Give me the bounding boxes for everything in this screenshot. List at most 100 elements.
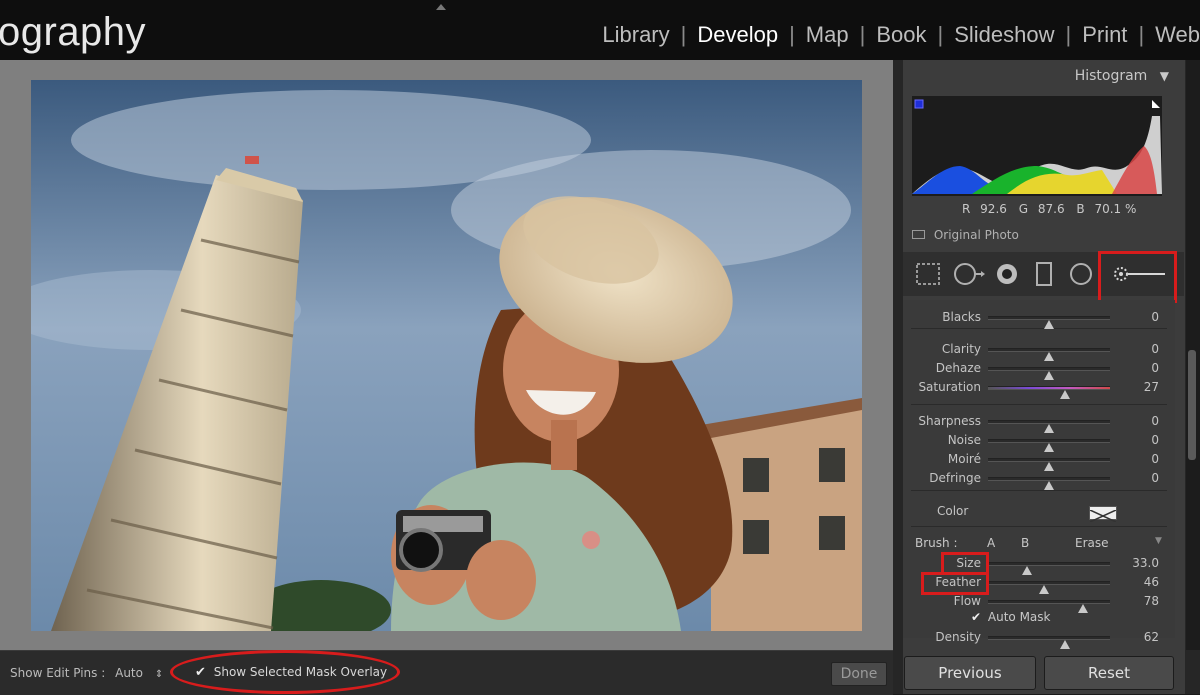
rgb-readout: R 92.6 G 87.6 B 70.1 % <box>962 202 1136 216</box>
slider-track[interactable] <box>988 439 1110 452</box>
slider-value[interactable]: 78 <box>1144 594 1159 608</box>
rectangle-icon <box>912 230 925 239</box>
checkmark-icon[interactable]: ✔ <box>971 610 981 624</box>
slider-track[interactable] <box>988 386 1110 399</box>
slider-track[interactable] <box>988 636 1110 649</box>
graduated-filter-icon[interactable] <box>1036 262 1052 286</box>
b-label: B <box>1076 202 1085 216</box>
identity-plate: ography <box>0 10 147 54</box>
slider-value[interactable]: 0 <box>1151 433 1159 447</box>
crop-overlay-icon[interactable] <box>916 263 940 285</box>
highlight-clipping-icon[interactable] <box>1152 100 1160 108</box>
color-swatch[interactable] <box>1089 506 1117 523</box>
slider-value[interactable]: 33.0 <box>1132 556 1159 570</box>
slider-track[interactable] <box>988 581 1110 594</box>
slider-track[interactable] <box>988 316 1110 329</box>
highlight-oval <box>170 650 400 694</box>
divider <box>911 328 1167 329</box>
module-web[interactable]: Web <box>1155 22 1200 48</box>
slider-track[interactable] <box>988 477 1110 490</box>
photo-canvas[interactable] <box>31 80 862 631</box>
shadow-clipping-icon[interactable] <box>914 99 924 109</box>
module-separator: | <box>859 22 866 47</box>
red-eye-icon[interactable] <box>997 264 1017 284</box>
slider-track[interactable] <box>988 367 1110 380</box>
slider-track[interactable] <box>988 420 1110 433</box>
radial-filter-icon[interactable] <box>1070 263 1092 285</box>
triangle-down-icon[interactable]: ▼ <box>1160 69 1169 83</box>
slider-label: Saturation <box>918 380 981 394</box>
brush-erase-tab[interactable]: Erase <box>1075 536 1109 550</box>
slider-thumb[interactable] <box>1078 604 1088 613</box>
slider-moire[interactable]: Moiré 0 <box>903 450 1175 471</box>
slider-dehaze[interactable]: Dehaze 0 <box>903 359 1175 380</box>
slider-label: Flow <box>953 594 981 608</box>
slider-value[interactable]: 0 <box>1151 310 1159 324</box>
histogram-graph[interactable] <box>912 96 1162 196</box>
module-separator: | <box>937 22 944 47</box>
slider-track[interactable] <box>988 600 1110 613</box>
histogram-curve <box>912 99 1162 194</box>
slider-label: Moiré <box>947 452 981 466</box>
module-bar: ography Library | Develop | Map | Book | Slidesh… <box>0 0 1200 60</box>
slider-label: Density <box>935 630 981 644</box>
slider-track[interactable] <box>988 458 1110 471</box>
module-library[interactable]: Library <box>602 22 669 48</box>
up-down-arrows-icon[interactable]: ⇕ <box>155 669 163 680</box>
slider-value[interactable]: 27 <box>1144 380 1159 394</box>
slider-thumb[interactable] <box>1059 390 1070 399</box>
triangle-down-icon[interactable]: ▼ <box>1155 536 1162 546</box>
slider-defringe[interactable]: Defringe 0 <box>903 469 1175 490</box>
brush-a-tab[interactable]: A <box>987 536 995 550</box>
slider-value[interactable]: 0 <box>1151 452 1159 466</box>
highlight-box <box>1098 251 1177 303</box>
original-photo-toggle[interactable]: Original Photo <box>912 228 1019 242</box>
slider-value[interactable]: 0 <box>1151 342 1159 356</box>
slider-thumb[interactable] <box>1044 481 1054 490</box>
slider-clarity[interactable]: Clarity 0 <box>903 340 1175 361</box>
slider-track[interactable] <box>988 348 1110 361</box>
slider-saturation[interactable]: Saturation 27 <box>903 378 1175 399</box>
slider-label: Blacks <box>942 310 981 324</box>
module-separator: | <box>1138 22 1145 47</box>
slider-blacks[interactable]: Blacks 0 <box>903 308 1175 329</box>
module-develop[interactable]: Develop <box>697 22 778 48</box>
slider-value[interactable]: 0 <box>1151 471 1159 485</box>
b-value: 70.1 % <box>1094 202 1137 216</box>
auto-mask-option[interactable]: ✔ Auto Mask <box>971 610 1050 624</box>
slider-label: Clarity <box>941 342 981 356</box>
color-row: Color <box>903 502 1175 523</box>
slider-thumb[interactable] <box>1060 640 1070 649</box>
brush-selector: Brush : A B Erase ▼ <box>903 534 1175 552</box>
slider-density[interactable]: Density 62 <box>903 628 1175 649</box>
brush-b-tab[interactable]: B <box>1021 536 1029 550</box>
g-value: 87.6 <box>1037 202 1065 216</box>
histogram-header[interactable]: Histogram ▼ <box>1075 68 1169 84</box>
show-edit-pins-label: Show Edit Pins : <box>10 666 106 680</box>
module-print[interactable]: Print <box>1082 22 1127 48</box>
show-edit-pins-value[interactable]: Auto <box>115 666 143 680</box>
module-slideshow[interactable]: Slideshow <box>954 22 1054 48</box>
panel-scrollbar-thumb[interactable] <box>1188 350 1196 460</box>
slider-track[interactable] <box>988 562 1110 575</box>
collapse-top-panel-icon[interactable] <box>436 4 446 10</box>
photo-image <box>31 80 862 631</box>
slider-value[interactable]: 46 <box>1144 575 1159 589</box>
previous-button[interactable]: Previous <box>904 656 1036 690</box>
slider-thumb[interactable] <box>1044 320 1054 329</box>
divider <box>911 526 1167 527</box>
slider-sharpness[interactable]: Sharpness 0 <box>903 412 1175 433</box>
reset-button[interactable]: Reset <box>1044 656 1174 690</box>
slider-value[interactable]: 62 <box>1144 630 1159 644</box>
highlight-box <box>921 572 989 595</box>
spot-removal-icon[interactable] <box>954 263 985 285</box>
module-book[interactable]: Book <box>876 22 926 48</box>
module-map[interactable]: Map <box>806 22 849 48</box>
slider-value[interactable]: 0 <box>1151 414 1159 428</box>
slider-label: Noise <box>947 433 981 447</box>
done-button[interactable]: Done <box>831 662 887 686</box>
g-label: G <box>1018 202 1029 216</box>
slider-noise[interactable]: Noise 0 <box>903 431 1175 452</box>
slider-value[interactable]: 0 <box>1151 361 1159 375</box>
show-edit-pins[interactable]: Show Edit Pins : Auto ⇕ <box>10 666 163 680</box>
